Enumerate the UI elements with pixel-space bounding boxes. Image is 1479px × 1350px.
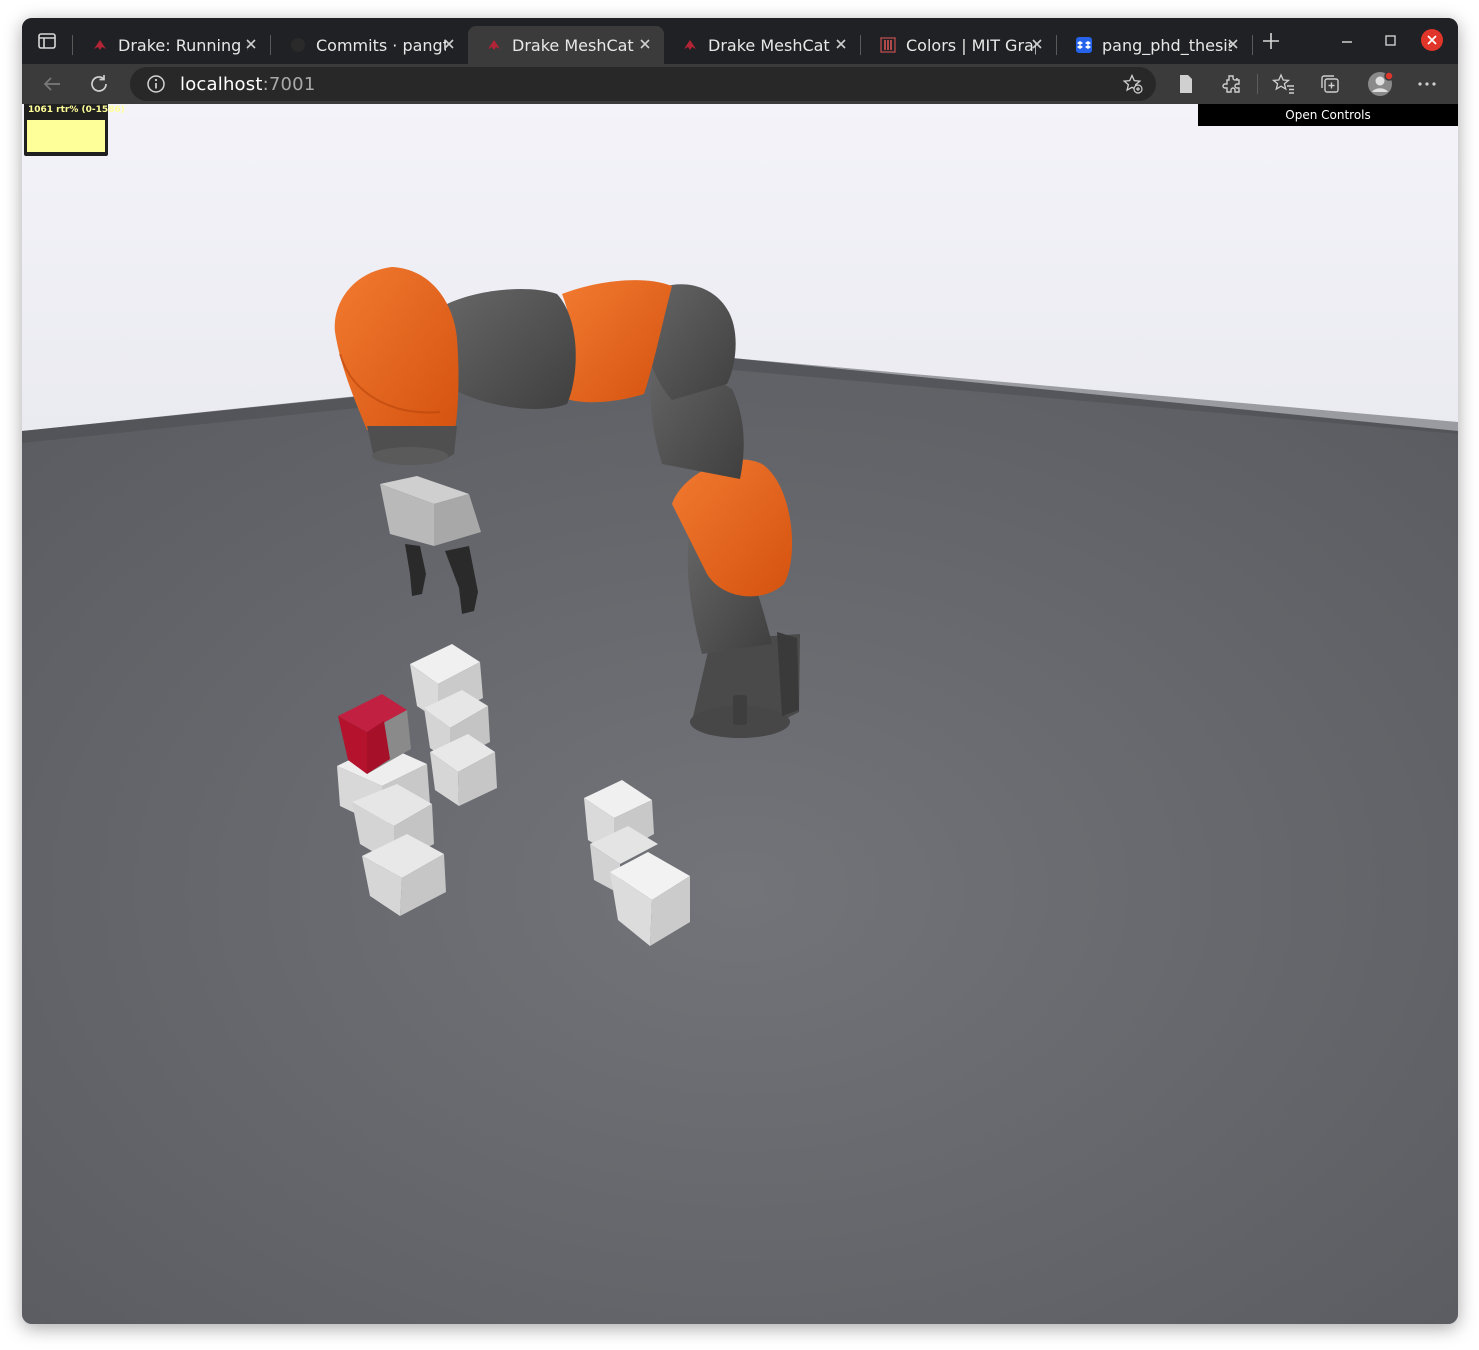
extensions-icon[interactable] <box>1220 72 1244 96</box>
tab-separator <box>72 35 73 55</box>
tab-drake-meshcat[interactable]: Drake MeshCat <box>664 26 860 64</box>
url-host: localhost <box>180 74 263 95</box>
robot-base-connector <box>733 695 747 725</box>
meshcat-viewport[interactable]: 1061 rtr% (0-1586) Open Controls <box>22 104 1458 1324</box>
tab-separator <box>1252 35 1253 55</box>
robot-link-5 <box>447 289 576 409</box>
close-tab-icon[interactable] <box>1028 35 1046 53</box>
tab-actions-icon[interactable] <box>36 30 58 52</box>
close-tab-icon[interactable] <box>242 35 260 53</box>
tab-dropbox-thesis[interactable]: pang_phd_thesis. <box>1058 26 1252 64</box>
tab-title: Colors | MIT Grapl <box>906 35 1036 55</box>
minimize-icon[interactable] <box>1336 30 1358 52</box>
close-window-button[interactable] <box>1421 29 1443 51</box>
tab-separator <box>270 35 271 55</box>
back-arrow-icon[interactable] <box>40 72 64 96</box>
browser-window: Drake: Running Pr Commits · pangta Drake… <box>22 18 1458 1324</box>
browser-toolbar: localhost:7001 <box>22 64 1458 104</box>
tab-title: Drake: Running Pr <box>118 35 248 55</box>
stats-graph <box>27 120 105 152</box>
tab-title: Drake MeshCat <box>708 35 830 55</box>
tab-title: Commits · pangta <box>316 35 446 55</box>
url-text: localhost:7001 <box>180 74 315 95</box>
maximize-icon[interactable] <box>1379 30 1401 52</box>
robot-flange-bottom <box>372 447 448 465</box>
tab-drake-running[interactable]: Drake: Running Pr <box>74 26 270 64</box>
mit-logo-icon <box>880 37 896 53</box>
toolbar-separator <box>1257 74 1258 94</box>
stats-panel[interactable]: 1061 rtr% (0-1586) <box>24 104 125 156</box>
url-port: :7001 <box>262 74 316 95</box>
profile-avatar[interactable] <box>1367 70 1395 98</box>
scene-3d[interactable] <box>22 104 1458 1324</box>
tab-title: Drake MeshCat <box>512 35 634 55</box>
close-tab-icon[interactable] <box>1224 35 1242 53</box>
tab-title: pang_phd_thesis. <box>1102 35 1232 55</box>
reading-view-icon[interactable] <box>1174 72 1198 96</box>
collections-icon[interactable] <box>1318 72 1342 96</box>
tab-separator <box>860 35 861 55</box>
tab-drake-meshcat-active[interactable]: Drake MeshCat <box>468 26 664 64</box>
tab-strip: Drake: Running Pr Commits · pangta Drake… <box>22 18 1458 64</box>
tab-commits[interactable]: Commits · pangta <box>272 26 468 64</box>
profile-avatar-icon <box>1368 71 1394 96</box>
tab-separator <box>1056 35 1057 55</box>
close-tab-icon[interactable] <box>636 35 654 53</box>
close-window-icon <box>1427 35 1437 45</box>
favorites-icon[interactable] <box>1272 72 1296 96</box>
site-info-icon[interactable] <box>146 74 166 94</box>
add-favorite-icon[interactable] <box>1122 73 1144 95</box>
close-tab-icon[interactable] <box>440 35 458 53</box>
drake-logo-icon <box>684 40 696 50</box>
close-tab-icon[interactable] <box>832 35 850 53</box>
new-tab-icon[interactable] <box>1260 30 1282 52</box>
more-options-icon[interactable] <box>1415 72 1439 96</box>
reload-icon[interactable] <box>87 72 111 96</box>
open-controls-button[interactable]: Open Controls <box>1198 104 1458 126</box>
github-icon <box>291 38 305 52</box>
drake-logo-icon <box>94 40 106 50</box>
dropbox-icon <box>1076 37 1092 53</box>
address-bar[interactable]: localhost:7001 <box>130 67 1156 101</box>
stats-label: 1061 rtr% (0-1586) <box>28 105 125 115</box>
drake-logo-icon <box>488 40 500 50</box>
tab-mit-colors[interactable]: Colors | MIT Grapl <box>862 26 1056 64</box>
